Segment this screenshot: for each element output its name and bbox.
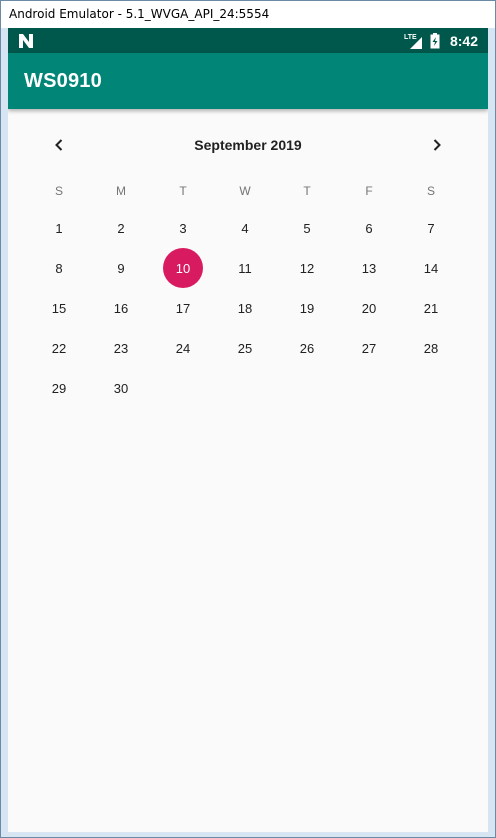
day-number: 23 (113, 340, 129, 356)
calendar-day[interactable]: 4 (214, 208, 276, 248)
day-number: 12 (299, 260, 315, 276)
weekday-label: W (239, 184, 251, 198)
chevron-right-icon (433, 139, 441, 151)
day-number: 16 (113, 300, 129, 316)
calendar-day[interactable]: 5 (276, 208, 338, 248)
month-label: September 2019 (194, 137, 302, 153)
day-number: 7 (427, 220, 435, 236)
window-border-left (1, 28, 8, 832)
weekday-label: M (116, 184, 126, 198)
day-number: 30 (113, 380, 129, 396)
calendar-day[interactable]: 18 (214, 288, 276, 328)
day-number: 3 (179, 220, 187, 236)
device-screen: LTE 8:42 WS0910 September 2019 S M T W T F S 1… (8, 28, 488, 832)
calendar-day[interactable]: 27 (338, 328, 400, 368)
status-time: 8:42 (449, 32, 478, 49)
window-border-bottom (1, 832, 495, 837)
day-number: 10 (163, 248, 203, 288)
calendar-day[interactable]: 29 (28, 368, 90, 408)
calendar-day[interactable]: 11 (214, 248, 276, 288)
calendar-day[interactable]: 26 (276, 328, 338, 368)
day-number: 21 (423, 300, 439, 316)
day-number: 4 (241, 220, 249, 236)
calendar-day[interactable]: 28 (400, 328, 462, 368)
calendar-day[interactable]: 30 (90, 368, 152, 408)
calendar-day[interactable]: 2 (90, 208, 152, 248)
calendar-day[interactable]: 23 (90, 328, 152, 368)
day-number: 22 (51, 340, 67, 356)
day-number: 25 (237, 340, 253, 356)
day-number: 19 (299, 300, 315, 316)
day-number: 20 (361, 300, 377, 316)
app-bar: WS0910 (8, 53, 488, 109)
calendar-day[interactable]: 19 (276, 288, 338, 328)
calendar-day[interactable]: 7 (400, 208, 462, 248)
calendar-day[interactable]: 20 (338, 288, 400, 328)
weekday-label: T (303, 184, 311, 198)
day-number: 5 (303, 220, 311, 236)
calendar-day[interactable]: 3 (152, 208, 214, 248)
day-number: 17 (175, 300, 191, 316)
weekday-row: SMTWTFS (28, 176, 462, 206)
app-title: WS0910 (24, 70, 102, 92)
calendar-day[interactable]: 17 (152, 288, 214, 328)
status-icons: LTE 8:42 (404, 28, 478, 53)
day-number: 15 (51, 300, 67, 316)
day-grid: 1 2 3 4 5 6 7 8 9 10 11 12 13 14 15 16 17 18 19 20 21 22 23 24 2… (28, 208, 462, 408)
calendar-day[interactable]: 15 (28, 288, 90, 328)
day-number: 9 (117, 260, 125, 276)
android-n-icon (19, 34, 33, 48)
calendar-day[interactable]: 25 (214, 328, 276, 368)
day-number: 1 (55, 220, 63, 236)
day-number: 14 (423, 260, 439, 276)
weekday-label: S (426, 184, 435, 198)
calendar-day[interactable]: 1 (28, 208, 90, 248)
lte-label: LTE (404, 34, 417, 41)
calendar-day[interactable]: 12 (276, 248, 338, 288)
day-number: 18 (237, 300, 253, 316)
weekday-label: F (365, 184, 373, 198)
day-number: 29 (51, 380, 67, 396)
lte-signal-icon: LTE (404, 34, 422, 49)
calendar-day[interactable]: 22 (28, 328, 90, 368)
calendar-day[interactable]: 8 (28, 248, 90, 288)
day-number: 13 (361, 260, 377, 276)
previous-month-button[interactable] (39, 125, 79, 165)
weekday-label: S (54, 184, 63, 198)
calendar-header: September 2019 (8, 125, 488, 165)
day-number: 6 (365, 220, 373, 236)
calendar-day[interactable]: 14 (400, 248, 462, 288)
calendar-day[interactable]: 6 (338, 208, 400, 248)
next-month-button[interactable] (417, 125, 457, 165)
battery-charging-icon (430, 32, 440, 48)
calendar-day[interactable]: 21 (400, 288, 462, 328)
day-number: 24 (175, 340, 191, 356)
window-title: Android Emulator - 5.1_WVGA_API_24:5554 (1, 1, 495, 28)
selected-day[interactable]: 10 (152, 248, 214, 288)
calendar-day[interactable]: 24 (152, 328, 214, 368)
day-number: 26 (299, 340, 315, 356)
weekday-label: T (179, 184, 187, 198)
calendar-day[interactable]: 13 (338, 248, 400, 288)
day-number: 2 (117, 220, 125, 236)
day-number: 8 (55, 260, 63, 276)
day-number: 11 (238, 260, 252, 276)
calendar-day[interactable]: 9 (90, 248, 152, 288)
chevron-left-icon (55, 139, 63, 151)
window-border-right (488, 28, 495, 832)
day-number: 28 (423, 340, 439, 356)
status-bar: LTE 8:42 (8, 28, 488, 53)
calendar-day[interactable]: 16 (90, 288, 152, 328)
day-number: 27 (361, 340, 377, 356)
